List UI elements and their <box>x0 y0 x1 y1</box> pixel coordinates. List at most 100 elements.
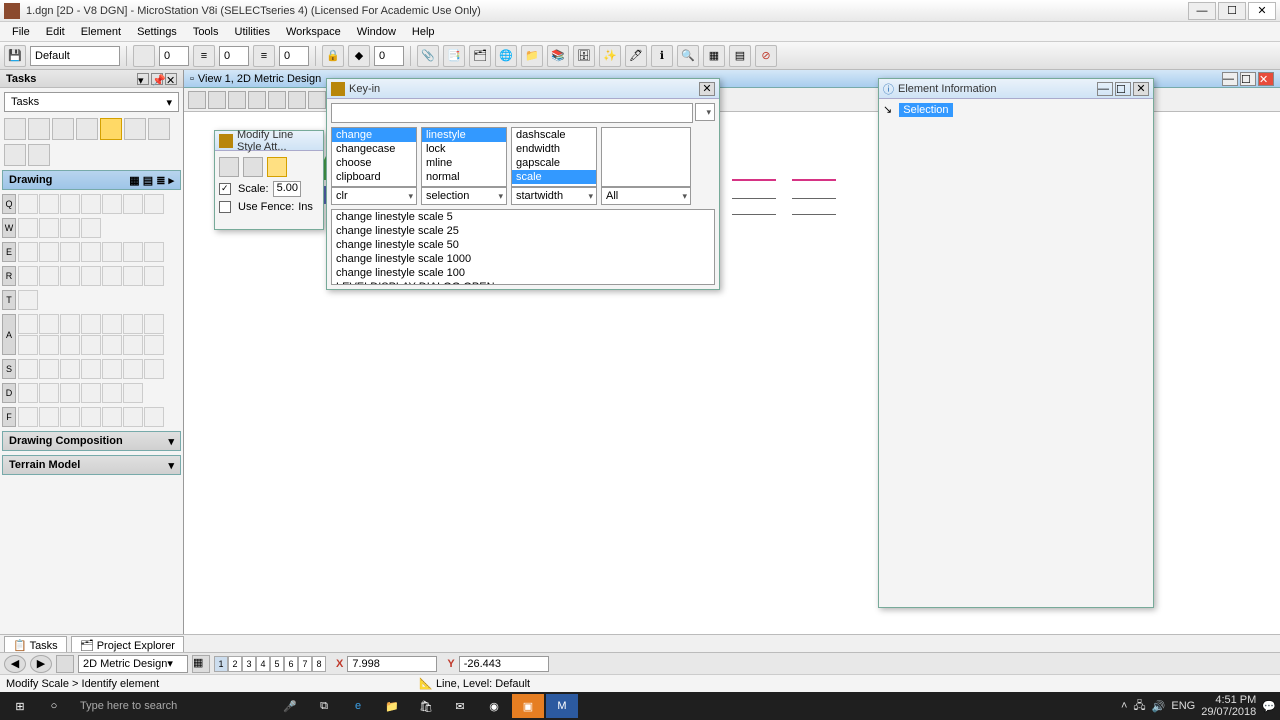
zoom-icon[interactable] <box>228 91 246 109</box>
nav-fwd-button[interactable]: ▶ <box>30 655 52 673</box>
chrome-icon[interactable]: ◉ <box>478 694 510 718</box>
edge-icon[interactable]: e <box>342 694 374 718</box>
table-icon[interactable]: ▤ <box>729 45 751 67</box>
view-attributes-icon[interactable] <box>188 91 206 109</box>
delete-tool[interactable] <box>4 144 26 166</box>
keyin-col1-combo[interactable]: clr <box>331 187 417 205</box>
ref-icon[interactable]: 📑 <box>443 45 465 67</box>
level-select[interactable]: Default <box>30 46 120 66</box>
menu-window[interactable]: Window <box>349 24 404 40</box>
taskbar-search[interactable]: Type here to search <box>72 700 272 712</box>
keyin-history-list[interactable]: change linestyle scale 5 change linestyl… <box>331 209 715 285</box>
menu-settings[interactable]: Settings <box>129 24 185 40</box>
tray-network-icon[interactable]: 🖧 <box>1133 697 1145 716</box>
layers-icon[interactable]: 📚 <box>547 45 569 67</box>
tray-volume-icon[interactable]: 🔊 <box>1152 700 1166 713</box>
view-minimize-button[interactable]: — <box>1222 72 1238 86</box>
weight-icon[interactable]: ≡ <box>193 45 215 67</box>
store-icon[interactable]: 🛍 <box>410 694 442 718</box>
tasks-combo[interactable]: Tasks▾ <box>4 92 179 112</box>
view-display-icon[interactable] <box>208 91 226 109</box>
wand-icon[interactable]: 🖊 <box>625 45 647 67</box>
zoom-in-icon[interactable] <box>248 91 266 109</box>
tasks-pin-icon[interactable]: 📌 <box>151 73 163 85</box>
groups-tool[interactable] <box>124 118 146 140</box>
rotate-icon[interactable] <box>308 91 326 109</box>
keyin-col2-combo[interactable]: selection <box>421 187 507 205</box>
view-tool[interactable] <box>76 118 98 140</box>
find-icon[interactable]: 🔍 <box>677 45 699 67</box>
globe-icon[interactable]: 🌐 <box>495 45 517 67</box>
keyin-col3-combo[interactable]: startwidth <box>511 187 597 205</box>
tasks-dropdown-icon[interactable]: ▾ <box>137 73 149 85</box>
menu-edit[interactable]: Edit <box>38 24 73 40</box>
views-icon[interactable]: ▦ <box>192 655 210 673</box>
keyin-history-dropdown[interactable] <box>695 103 715 121</box>
close-button[interactable]: ✕ <box>1248 2 1276 20</box>
menu-tools[interactable]: Tools <box>185 24 227 40</box>
style-icon[interactable]: 🗄 <box>573 45 595 67</box>
microstation-taskbar-icon[interactable]: M <box>546 694 578 718</box>
menu-element[interactable]: Element <box>73 24 129 40</box>
linetype-num[interactable]: 0 <box>279 46 309 66</box>
start-button[interactable]: ⊞ <box>4 694 36 718</box>
x-coord-input[interactable]: 7.998 <box>347 656 437 672</box>
fill-icon[interactable]: ◆ <box>348 45 370 67</box>
modify-tool[interactable] <box>148 118 170 140</box>
model-icon[interactable]: 🗂 <box>469 45 491 67</box>
linetype-icon[interactable]: ≡ <box>253 45 275 67</box>
selection-tool[interactable] <box>4 118 26 140</box>
tab-tasks[interactable]: 📋 Tasks <box>4 636 67 654</box>
element-info-tree[interactable]: ↘ Selection <box>879 99 1153 121</box>
color-picker-icon[interactable] <box>133 45 155 67</box>
drawing-section-header[interactable]: Drawing ▦ ▤ ≣ ▸ <box>2 170 181 190</box>
drawing-composition-header[interactable]: Drawing Composition▾ <box>2 431 181 451</box>
terrain-model-header[interactable]: Terrain Model▾ <box>2 455 181 475</box>
keyin-col1-list[interactable]: change changecase choose clipboard close <box>331 127 417 187</box>
keyin-col3-list[interactable]: dashscale endwidth gapscale scale shift <box>511 127 597 187</box>
keyin-col4-list[interactable] <box>601 127 691 187</box>
scale-input[interactable]: 5.00 <box>273 181 301 197</box>
nav-back-button[interactable]: ◀ <box>4 655 26 673</box>
folder-icon[interactable]: 📁 <box>521 45 543 67</box>
explorer-icon[interactable]: 📁 <box>376 694 408 718</box>
measure-tool[interactable] <box>28 144 50 166</box>
tray-lang[interactable]: ENG <box>1171 700 1195 712</box>
mic-icon[interactable]: 🎤 <box>274 694 306 718</box>
design-combo[interactable]: 2D Metric Design ▾ <box>78 655 188 673</box>
notification-icon[interactable]: 💬 <box>1262 700 1276 713</box>
tray-up-icon[interactable]: ˄ <box>1121 700 1127 712</box>
maximize-button[interactable]: ☐ <box>1218 2 1246 20</box>
keyin-col2-list[interactable]: linestyle lock mline normal priority <box>421 127 507 187</box>
elinfo-maximize-button[interactable]: ☐ <box>1115 82 1131 96</box>
view-maximize-button[interactable]: ☐ <box>1240 72 1256 86</box>
manipulate-tool[interactable] <box>52 118 74 140</box>
tasks-close-icon[interactable]: ✕ <box>165 73 177 85</box>
keyin-input[interactable] <box>331 103 693 123</box>
elinfo-minimize-button[interactable]: — <box>1097 82 1113 96</box>
stop-icon[interactable]: ⊘ <box>755 45 777 67</box>
scale-checkbox[interactable] <box>219 183 231 195</box>
tray-clock[interactable]: 4:51 PM 29/07/2018 <box>1201 694 1256 718</box>
grid-icon[interactable]: ▦ <box>703 45 725 67</box>
use-fence-checkbox[interactable] <box>219 201 231 213</box>
place-line-tool[interactable] <box>18 194 38 214</box>
change-attributes-tool[interactable] <box>100 118 122 140</box>
task-view-icon[interactable]: ⧉ <box>308 694 340 718</box>
view-close-button[interactable]: ✕ <box>1258 72 1274 86</box>
save-icon[interactable]: 💾 <box>4 45 26 67</box>
mail-icon[interactable]: ✉ <box>444 694 476 718</box>
weight-num[interactable]: 0 <box>219 46 249 66</box>
fence-tool[interactable] <box>28 118 50 140</box>
y-coord-input[interactable]: -26.443 <box>459 656 549 672</box>
fit-view-icon[interactable] <box>288 91 306 109</box>
cortana-icon[interactable]: ○ <box>38 694 70 718</box>
keyin-close-button[interactable]: ✕ <box>699 82 715 96</box>
elinfo-close-button[interactable]: ✕ <box>1133 82 1149 96</box>
keyin-col4-combo[interactable]: All <box>601 187 691 205</box>
selection-node[interactable]: Selection <box>899 103 952 117</box>
minimize-button[interactable]: — <box>1188 2 1216 20</box>
info-icon[interactable]: ℹ <box>651 45 673 67</box>
menu-help[interactable]: Help <box>404 24 443 40</box>
nav-tool-icon[interactable] <box>56 655 74 673</box>
